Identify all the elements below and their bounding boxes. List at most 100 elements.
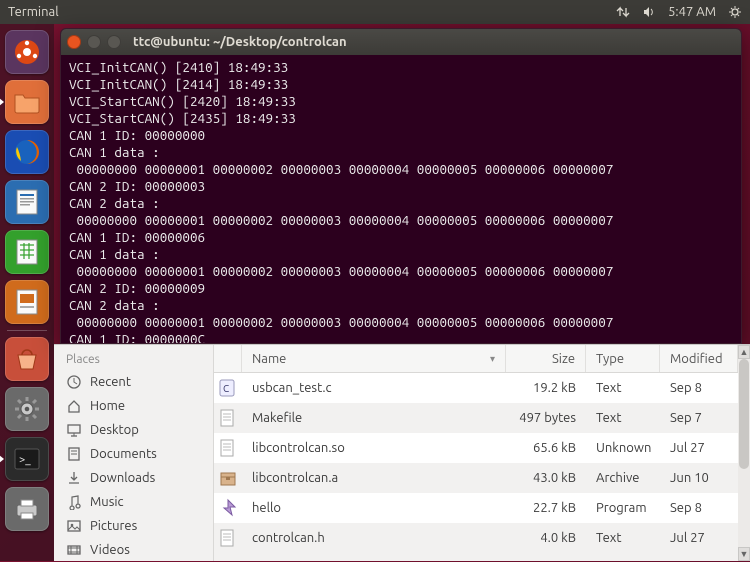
top-menu-bar: Terminal 5:47 AM <box>0 0 750 24</box>
file-size: 4.0 kB <box>506 531 586 545</box>
file-type: Text <box>586 531 660 545</box>
clock[interactable]: 5:47 AM <box>668 5 716 19</box>
file-name: hello <box>242 501 506 515</box>
file-icon: C <box>214 378 242 398</box>
firefox-icon[interactable] <box>5 130 49 174</box>
file-icon <box>214 528 242 548</box>
file-size: 65.6 kB <box>506 441 586 455</box>
place-label: Documents <box>90 447 157 461</box>
place-label: Home <box>90 399 125 413</box>
window-close-button[interactable] <box>67 35 81 49</box>
scroll-thumb[interactable] <box>739 359 749 469</box>
active-app-title: Terminal <box>8 5 616 19</box>
terminal-title: ttc@ubuntu: ~/Desktop/controlcan <box>133 35 347 49</box>
svg-text:>_: >_ <box>19 454 31 466</box>
documents-icon <box>66 446 82 462</box>
file-name: libcontrolcan.so <box>242 441 506 455</box>
libreoffice-impress-icon[interactable] <box>5 280 49 324</box>
place-pictures[interactable]: Pictures <box>54 514 213 538</box>
file-size: 22.7 kB <box>506 501 586 515</box>
place-label: Pictures <box>90 519 137 533</box>
file-modified: Jun 10 <box>660 471 738 485</box>
file-row[interactable]: libcontrolcan.a43.0 kBArchiveJun 10 <box>214 463 738 493</box>
file-type: Program <box>586 501 660 515</box>
file-name: usbcan_test.c <box>242 381 506 395</box>
file-icon <box>214 438 242 458</box>
column-size[interactable]: Size <box>506 345 586 372</box>
file-size: 19.2 kB <box>506 381 586 395</box>
network-icon[interactable] <box>616 5 630 19</box>
window-minimize-button[interactable] <box>87 35 101 49</box>
file-size: 497 bytes <box>506 411 586 425</box>
scroll-track[interactable] <box>738 359 750 547</box>
file-modified: Jul 27 <box>660 441 738 455</box>
file-name: Makefile <box>242 411 506 425</box>
file-name: controlcan.h <box>242 531 506 545</box>
file-row[interactable]: Cusbcan_test.c19.2 kBTextSep 8 <box>214 373 738 403</box>
terminal-window: ttc@ubuntu: ~/Desktop/controlcan VCI_Ini… <box>60 28 742 344</box>
column-modified[interactable]: Modified <box>660 345 738 372</box>
place-videos[interactable]: Videos <box>54 538 213 562</box>
column-icon <box>214 345 242 372</box>
file-modified: Jul 27 <box>660 531 738 545</box>
file-type: Unknown <box>586 441 660 455</box>
dash-home-icon[interactable] <box>5 30 49 74</box>
running-indicator <box>0 455 4 463</box>
file-modified: Sep 8 <box>660 381 738 395</box>
place-music[interactable]: Music <box>54 490 213 514</box>
file-type: Text <box>586 381 660 395</box>
launcher-separator <box>7 330 47 331</box>
place-label: Videos <box>90 543 130 557</box>
music-icon <box>66 494 82 510</box>
system-settings-icon[interactable] <box>5 387 49 431</box>
file-row[interactable]: hello22.7 kBProgramSep 8 <box>214 493 738 523</box>
libreoffice-calc-icon[interactable] <box>5 230 49 274</box>
place-label: Desktop <box>90 423 139 437</box>
vertical-scrollbar[interactable]: ▲ ▼ <box>738 345 750 561</box>
file-list-pane: Name▾ Size Type Modified Cusbcan_test.c1… <box>214 345 738 561</box>
sort-indicator-icon: ▾ <box>490 353 495 365</box>
home-icon <box>66 398 82 414</box>
file-row[interactable]: Makefile497 bytesTextSep 7 <box>214 403 738 433</box>
terminal-titlebar[interactable]: ttc@ubuntu: ~/Desktop/controlcan <box>61 29 741 55</box>
column-type[interactable]: Type <box>586 345 660 372</box>
place-downloads[interactable]: Downloads <box>54 466 213 490</box>
place-documents[interactable]: Documents <box>54 442 213 466</box>
place-home[interactable]: Home <box>54 394 213 418</box>
volume-icon[interactable] <box>642 5 656 19</box>
place-label: Music <box>90 495 124 509</box>
scroll-down-button[interactable]: ▼ <box>738 547 750 561</box>
file-icon <box>214 468 242 488</box>
file-row[interactable]: controlcan.h4.0 kBTextJul 27 <box>214 523 738 553</box>
place-recent[interactable]: Recent <box>54 370 213 394</box>
column-name[interactable]: Name▾ <box>242 345 506 372</box>
gear-icon[interactable] <box>728 5 742 19</box>
recent-icon <box>66 374 82 390</box>
file-type: Archive <box>586 471 660 485</box>
place-desktop[interactable]: Desktop <box>54 418 213 442</box>
svg-text:C: C <box>223 383 229 394</box>
file-modified: Sep 7 <box>660 411 738 425</box>
window-maximize-button[interactable] <box>107 35 121 49</box>
file-type: Text <box>586 411 660 425</box>
file-manager: Places Recent Home Desktop Documents Downloa… <box>54 344 750 561</box>
terminal-output[interactable]: VCI_InitCAN() [2410] 18:49:33 VCI_InitCA… <box>61 55 741 343</box>
terminal-app-icon[interactable]: >_ <box>5 437 49 481</box>
file-modified: Sep 8 <box>660 501 738 515</box>
file-rows: Cusbcan_test.c19.2 kBTextSep 8Makefile49… <box>214 373 738 561</box>
desktop-icon <box>66 422 82 438</box>
software-center-icon[interactable] <box>5 337 49 381</box>
place-label: Downloads <box>90 471 155 485</box>
places-heading: Places <box>54 351 213 370</box>
files-app-icon[interactable] <box>5 80 49 124</box>
file-icon <box>214 408 242 428</box>
place-label: Recent <box>90 375 131 389</box>
libreoffice-writer-icon[interactable] <box>5 180 49 224</box>
file-row[interactable]: libcontrolcan.so65.6 kBUnknownJul 27 <box>214 433 738 463</box>
scroll-up-button[interactable]: ▲ <box>738 345 750 359</box>
downloads-icon <box>66 470 82 486</box>
videos-icon <box>66 542 82 558</box>
file-name: libcontrolcan.a <box>242 471 506 485</box>
pictures-icon <box>66 518 82 534</box>
printer-icon[interactable] <box>5 487 49 531</box>
